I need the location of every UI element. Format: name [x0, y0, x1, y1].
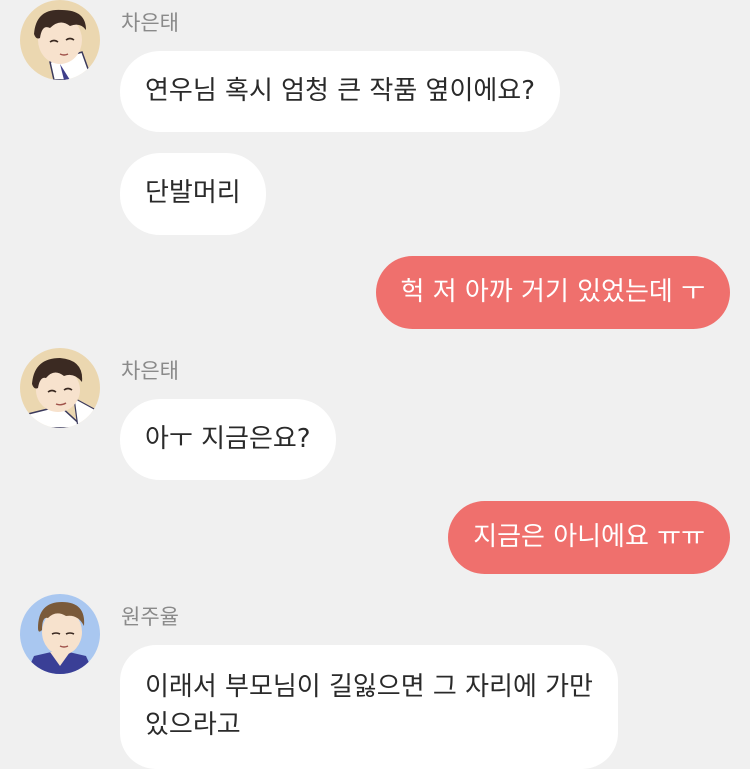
sender-name: 차은태: [121, 359, 179, 383]
chat-log: 차은태 연우님 혹시 엄청 큰 작품 옆이에요? 단발머리 헉 저 아까 거기 …: [0, 0, 750, 769]
message-line: 이래서 부모님이 길잃으면 그 자리에 가만: [145, 672, 593, 702]
message-bubble-incoming[interactable]: 아ㅜ 지금은요?: [120, 399, 336, 480]
sender-name: 차은태: [121, 11, 179, 35]
message-bubble-incoming[interactable]: 연우님 혹시 엄청 큰 작품 옆이에요?: [120, 51, 561, 132]
avatar-chaeuntae-icon[interactable]: [20, 0, 100, 80]
message-line: 있으라고: [145, 710, 241, 740]
message-bubble-outgoing[interactable]: 지금은 아니에요 ㅠㅠ: [448, 501, 730, 574]
avatar-wonjuyul-icon[interactable]: [20, 594, 100, 674]
message-bubble-outgoing[interactable]: 헉 저 아까 거기 있었는데 ㅜ: [375, 256, 730, 329]
message-bubble-incoming[interactable]: 이래서 부모님이 길잃으면 그 자리에 가만 있으라고: [120, 645, 618, 769]
message-bubble-incoming[interactable]: 단발머리: [120, 153, 266, 235]
sender-name: 원주율: [121, 605, 179, 629]
avatar-chaeuntae-icon[interactable]: [20, 348, 100, 428]
